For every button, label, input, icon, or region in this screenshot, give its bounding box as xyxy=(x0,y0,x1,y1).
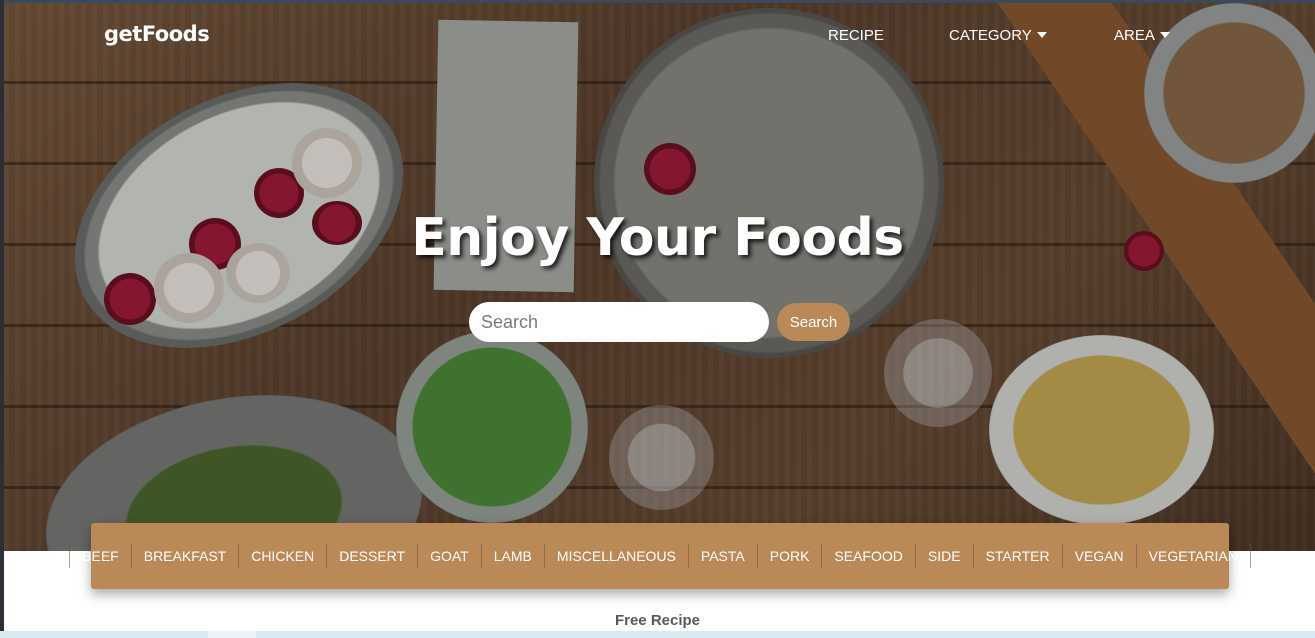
search-button[interactable]: Search xyxy=(777,303,850,341)
brand-logo[interactable]: getFoods xyxy=(104,22,210,46)
hero-banner xyxy=(4,3,1315,551)
taskbar-edge xyxy=(0,631,1315,638)
category-item-side[interactable]: SIDE xyxy=(914,544,973,568)
caret-down-icon xyxy=(1036,32,1047,38)
category-item-vegan[interactable]: VEGAN xyxy=(1061,544,1136,568)
nav-recipe-link[interactable]: RECIPE xyxy=(828,27,884,44)
section-title: Free Recipe xyxy=(614,612,701,629)
category-item-seafood[interactable]: SEAFOOD xyxy=(821,544,914,568)
category-item-starter[interactable]: STARTER xyxy=(972,544,1062,568)
category-item-dessert[interactable]: DESSERT xyxy=(326,544,417,568)
category-item-vegetarian[interactable]: VEGETARIAN xyxy=(1135,544,1251,568)
taskbar-tab xyxy=(208,631,256,638)
search-input[interactable] xyxy=(469,302,769,342)
hero-title: Enjoy Your Foods xyxy=(411,208,904,268)
nav-category-label: CATEGORY xyxy=(949,27,1032,44)
category-item-pasta[interactable]: PASTA xyxy=(687,544,757,568)
category-item-chicken[interactable]: CHICKEN xyxy=(238,544,326,568)
category-item-breakfast[interactable]: BREAKFAST xyxy=(130,544,238,568)
nav-category-dropdown[interactable]: CATEGORY xyxy=(949,27,1047,44)
category-item-goat[interactable]: GOAT xyxy=(417,544,481,568)
window-left-border xyxy=(0,0,4,632)
nav-recipe-label: RECIPE xyxy=(828,27,884,44)
hero-overlay xyxy=(4,3,1315,551)
category-bar: BEEF BREAKFAST CHICKEN DESSERT GOAT LAMB… xyxy=(69,523,1251,589)
caret-down-icon xyxy=(1159,32,1170,38)
nav-area-label: AREA xyxy=(1114,27,1155,44)
category-item-beef[interactable]: BEEF xyxy=(69,544,131,568)
nav-area-dropdown[interactable]: AREA xyxy=(1114,27,1170,44)
category-item-lamb[interactable]: LAMB xyxy=(480,544,544,568)
category-item-miscellaneous[interactable]: MISCELLANEOUS xyxy=(543,544,688,568)
category-item-pork[interactable]: PORK xyxy=(756,544,822,568)
